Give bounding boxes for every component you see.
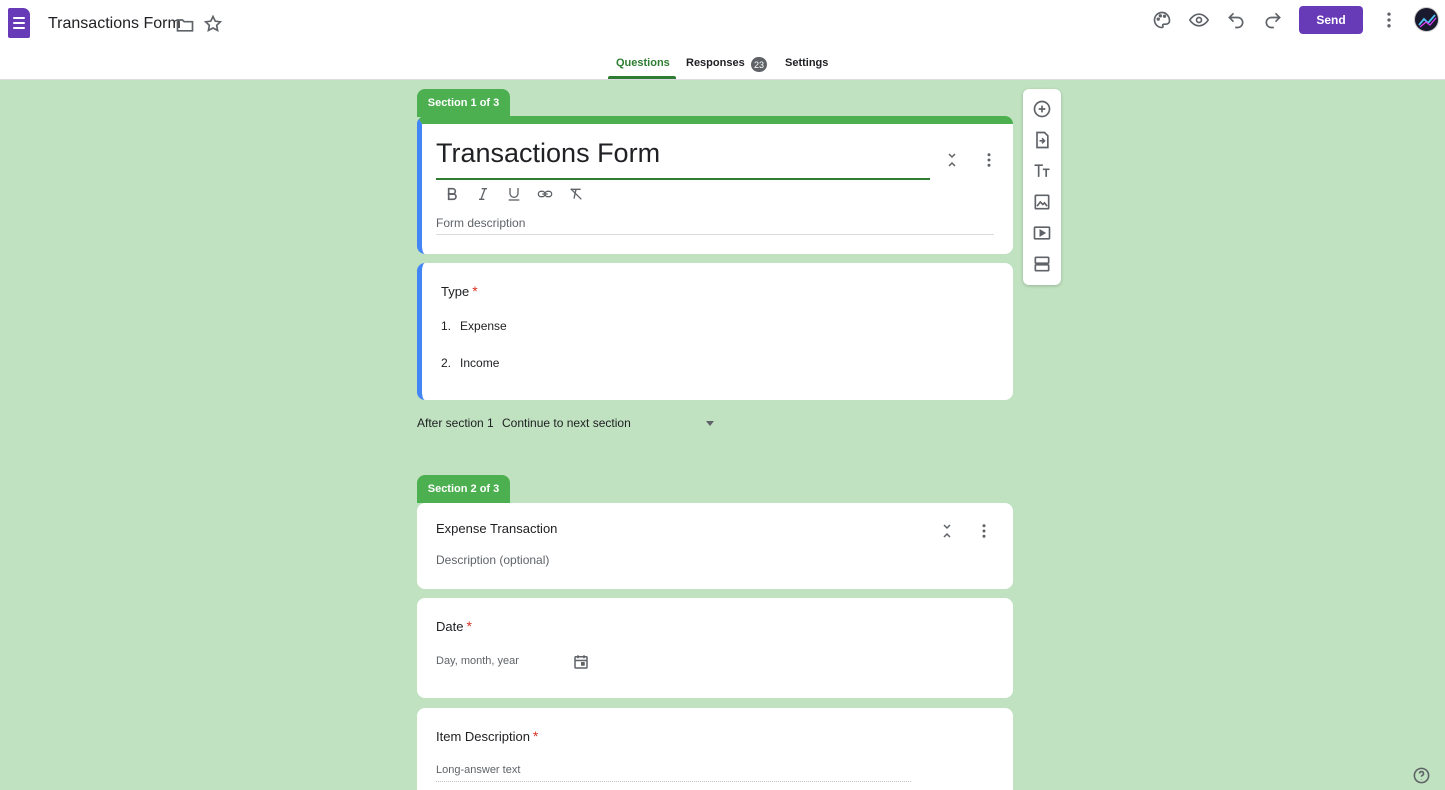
forms-logo-icon[interactable]: [8, 8, 30, 38]
more-vert-icon[interactable]: [977, 148, 1001, 172]
import-questions-icon[interactable]: [1030, 128, 1054, 152]
question-title: Date *: [436, 618, 472, 634]
undo-icon[interactable]: [1224, 8, 1248, 32]
form-title-input[interactable]: Transactions Form: [436, 138, 930, 180]
required-marker: *: [466, 618, 472, 634]
add-video-icon[interactable]: [1030, 221, 1054, 245]
send-button[interactable]: Send: [1299, 6, 1363, 34]
question-title: Type *: [441, 283, 478, 299]
collapse-icon[interactable]: [940, 148, 964, 172]
add-title-icon[interactable]: [1030, 159, 1054, 183]
star-icon[interactable]: [201, 12, 225, 36]
underline-icon[interactable]: [504, 184, 523, 203]
add-question-icon[interactable]: [1030, 97, 1054, 121]
list-item: 1. Expense: [441, 319, 507, 333]
active-tab-indicator: [608, 76, 676, 79]
section-title[interactable]: Expense Transaction: [436, 521, 557, 536]
document-title[interactable]: Transactions Form: [48, 15, 181, 33]
link-icon[interactable]: [535, 184, 554, 203]
question-title: Item Description *: [436, 728, 539, 744]
form-header-card[interactable]: Transactions Form Form description: [417, 116, 1013, 254]
tab-questions[interactable]: Questions: [616, 57, 670, 69]
required-marker: *: [532, 728, 539, 744]
section-header-card[interactable]: Expense Transaction Description (optiona…: [417, 503, 1013, 589]
more-vert-icon[interactable]: [1377, 8, 1401, 32]
required-marker: *: [472, 283, 478, 299]
tab-bar: Questions Responses 23 Settings: [0, 52, 1445, 80]
long-answer-placeholder: Long-answer text: [436, 764, 911, 782]
section-description-input[interactable]: Description (optional): [436, 553, 549, 567]
bold-icon[interactable]: [442, 184, 461, 203]
question-card-date[interactable]: Date * Day, month, year: [417, 598, 1013, 698]
palette-icon[interactable]: [1150, 8, 1174, 32]
collapse-icon[interactable]: [935, 519, 959, 543]
add-image-icon[interactable]: [1030, 190, 1054, 214]
responses-count-badge: 23: [751, 57, 767, 72]
list-item: 2. Income: [441, 356, 500, 370]
folder-icon[interactable]: [173, 13, 197, 37]
section-navigation-select[interactable]: Continue to next section: [502, 416, 720, 434]
chevron-down-icon: [706, 421, 714, 426]
after-section-label: After section 1: [417, 416, 494, 430]
add-section-icon[interactable]: [1030, 252, 1054, 276]
section-2-label: Section 2 of 3: [417, 475, 510, 503]
question-card-type[interactable]: Type * 1. Expense 2. Income: [417, 263, 1013, 400]
formatting-toolbar: [442, 184, 585, 203]
tab-settings[interactable]: Settings: [785, 57, 828, 69]
help-icon[interactable]: [1412, 766, 1431, 785]
form-description-input[interactable]: Form description: [436, 216, 994, 235]
floating-toolbar: [1023, 89, 1061, 285]
date-placeholder: Day, month, year: [436, 655, 519, 667]
tab-responses[interactable]: Responses: [686, 57, 745, 69]
more-vert-icon[interactable]: [972, 519, 996, 543]
app-header: Transactions Form Send Questions Respons…: [0, 0, 1445, 80]
redo-icon[interactable]: [1261, 8, 1285, 32]
section-1-label: Section 1 of 3: [417, 89, 510, 117]
question-card-item-description[interactable]: Item Description * Long-answer text: [417, 708, 1013, 790]
calendar-icon: [569, 650, 593, 674]
preview-icon[interactable]: [1187, 8, 1211, 32]
avatar[interactable]: [1414, 7, 1439, 32]
clear-formatting-icon[interactable]: [566, 184, 585, 203]
italic-icon[interactable]: [473, 184, 492, 203]
